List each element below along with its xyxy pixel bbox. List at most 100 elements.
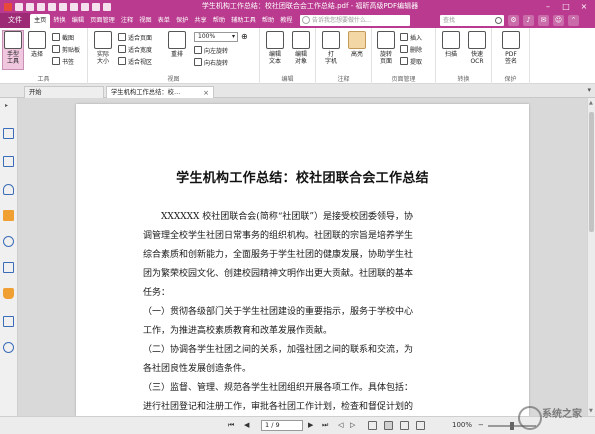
tab-help[interactable]: 帮助 [210,13,228,28]
tab-help-2[interactable]: 帮助 [259,13,277,28]
tab-page-manage[interactable]: 页面管理 [87,13,118,28]
tab-home[interactable]: 主页 [30,14,51,28]
lock-panel-icon[interactable] [3,288,14,299]
select-tool-button[interactable]: 选择 [26,31,48,58]
continuous-facing-view-icon[interactable] [416,421,425,430]
open-icon[interactable] [15,2,23,11]
settings-icon[interactable]: ⚙ [508,15,519,26]
fit-page-button[interactable]: 适合页面 [118,32,152,42]
bookmark-button[interactable]: 书签 [52,56,74,66]
edit-text-button[interactable]: 编辑 文本 [264,31,286,65]
attachments-panel-icon[interactable] [3,236,14,247]
page-number-input[interactable]: 1 / 9 [261,420,303,431]
tab-form[interactable]: 表单 [155,13,173,28]
tell-me-input[interactable]: 告诉我您想要做什么... [300,15,410,26]
first-page-icon[interactable]: ⏮ [228,421,234,430]
tab-convert[interactable]: 转换 [50,13,68,28]
save-icon[interactable] [26,2,34,11]
tab-tutorial[interactable]: 教程 [277,13,295,28]
edit-object-button[interactable]: 编辑 对象 [290,31,312,65]
tab-comment[interactable]: 注释 [118,13,136,28]
minimize-button[interactable]: – [539,0,557,13]
highlight-button[interactable]: 高亮 [346,31,368,58]
user-icon[interactable]: ☺ [553,15,564,26]
zoom-slider-thumb[interactable] [510,422,514,430]
tab-share[interactable]: 共享 [191,13,209,28]
delete-label: 删除 [410,46,423,54]
zoom-level[interactable]: 100% [452,421,472,429]
group-convert-label: 转换 [457,76,470,83]
comments-panel-icon[interactable] [3,210,14,221]
hand-tool-button[interactable]: 手型 工具 [2,30,24,70]
doc-tab-current[interactable]: 学生机构工作总结：校… × [106,86,214,98]
pages-panel-icon[interactable] [3,156,14,167]
bell-icon[interactable]: ♪ [523,15,534,26]
layers-panel-icon[interactable] [3,184,14,195]
pdf-page: 学生机构工作总结：校社团联合会工作总结 XXXXXX 校社团联合会(简称“社团联… [76,104,529,416]
form-panel-icon[interactable] [3,316,14,327]
bookmarks-panel-icon[interactable] [3,128,14,139]
new-icon[interactable] [48,2,56,11]
feedback-icon[interactable]: ✉ [538,15,549,26]
doc-tab-start[interactable]: 开始 [24,86,104,98]
scan-button[interactable]: 扫描 [440,31,462,58]
select-quick-icon[interactable] [92,2,100,11]
scroll-up-icon[interactable]: ▲ [589,100,593,106]
tab-edit[interactable]: 编辑 [69,13,87,28]
print-icon[interactable] [37,2,45,11]
rotate-page-button[interactable]: 旋转 页面 [375,31,397,65]
tab-accessibility[interactable]: 辅助工具 [228,13,259,28]
rotate-right-button[interactable]: 向右旋转 [194,57,228,67]
hand-quick-icon[interactable] [81,2,89,11]
undo-icon[interactable] [59,2,67,11]
security-panel-icon[interactable] [3,262,14,273]
rotate-left-button[interactable]: 向左旋转 [194,45,228,55]
fit-width-label: 适合宽度 [128,46,153,54]
screenshot-button[interactable]: 截图 [52,32,74,42]
fit-visible-button[interactable]: 适合视区 [118,56,152,66]
tab-protect[interactable]: 保护 [173,13,191,28]
typewriter-button[interactable]: 打 字机 [320,31,342,65]
last-page-icon[interactable]: ⏭ [322,421,328,430]
tab-file[interactable]: 文件 [0,13,30,28]
collapse-ribbon-icon[interactable]: ⌃ [568,15,579,26]
expand-panel-icon[interactable]: ▸ [5,102,8,109]
next-page-icon[interactable]: ▶ [308,421,313,429]
maximize-button[interactable]: □ [557,0,575,13]
insert-page-button[interactable]: 插入 [400,32,422,42]
hand-icon [4,31,22,49]
single-page-view-icon[interactable] [368,421,377,430]
history-forward-icon[interactable]: ▷ [350,421,355,429]
pdf-sign-button[interactable]: PDF 签名 [500,31,522,65]
fit-visible-icon [118,57,126,65]
edit-object-label: 编辑 对象 [294,51,307,65]
reflow-button[interactable]: 重排 [166,31,188,58]
extract-page-button[interactable]: 提取 [400,56,422,66]
history-back-icon[interactable]: ◁ [338,421,343,429]
tab-view[interactable]: 视图 [136,13,154,28]
scrollbar-thumb[interactable] [589,112,594,232]
redo-icon[interactable] [70,2,78,11]
fit-width-button[interactable]: 适合宽度 [118,44,152,54]
signature-panel-icon[interactable] [3,342,14,353]
actual-size-icon [94,31,112,49]
zoom-in-icon[interactable]: ⊕ [241,32,248,41]
quick-ocr-button[interactable]: 快速 OCR [466,31,488,65]
group-convert: 扫描 快速 OCR 转换 [436,28,492,84]
prev-page-icon[interactable]: ◀ [244,421,249,429]
customize-icon[interactable] [103,2,111,11]
tell-me-placeholder: 告诉我您想要做什么... [312,17,372,24]
close-button[interactable]: × [575,0,593,13]
clipboard-button[interactable]: 剪贴板 [52,44,80,54]
actual-size-button[interactable]: 实际 大小 [92,31,114,65]
search-icon[interactable] [495,17,502,24]
zoom-select[interactable]: 100% [194,32,238,42]
tab-list-dropdown-icon[interactable]: ▾ [587,86,591,94]
search-input[interactable]: 查找 [440,15,504,26]
vertical-scrollbar[interactable]: ▲ ▼ [587,98,595,416]
document-viewport[interactable]: 学生机构工作总结：校社团联合会工作总结 XXXXXX 校社团联合会(简称“社团联… [18,98,587,416]
zoom-out-icon[interactable]: − [478,421,484,429]
delete-page-button[interactable]: 删除 [400,44,422,54]
continuous-view-icon[interactable] [384,421,393,430]
facing-view-icon[interactable] [400,421,409,430]
